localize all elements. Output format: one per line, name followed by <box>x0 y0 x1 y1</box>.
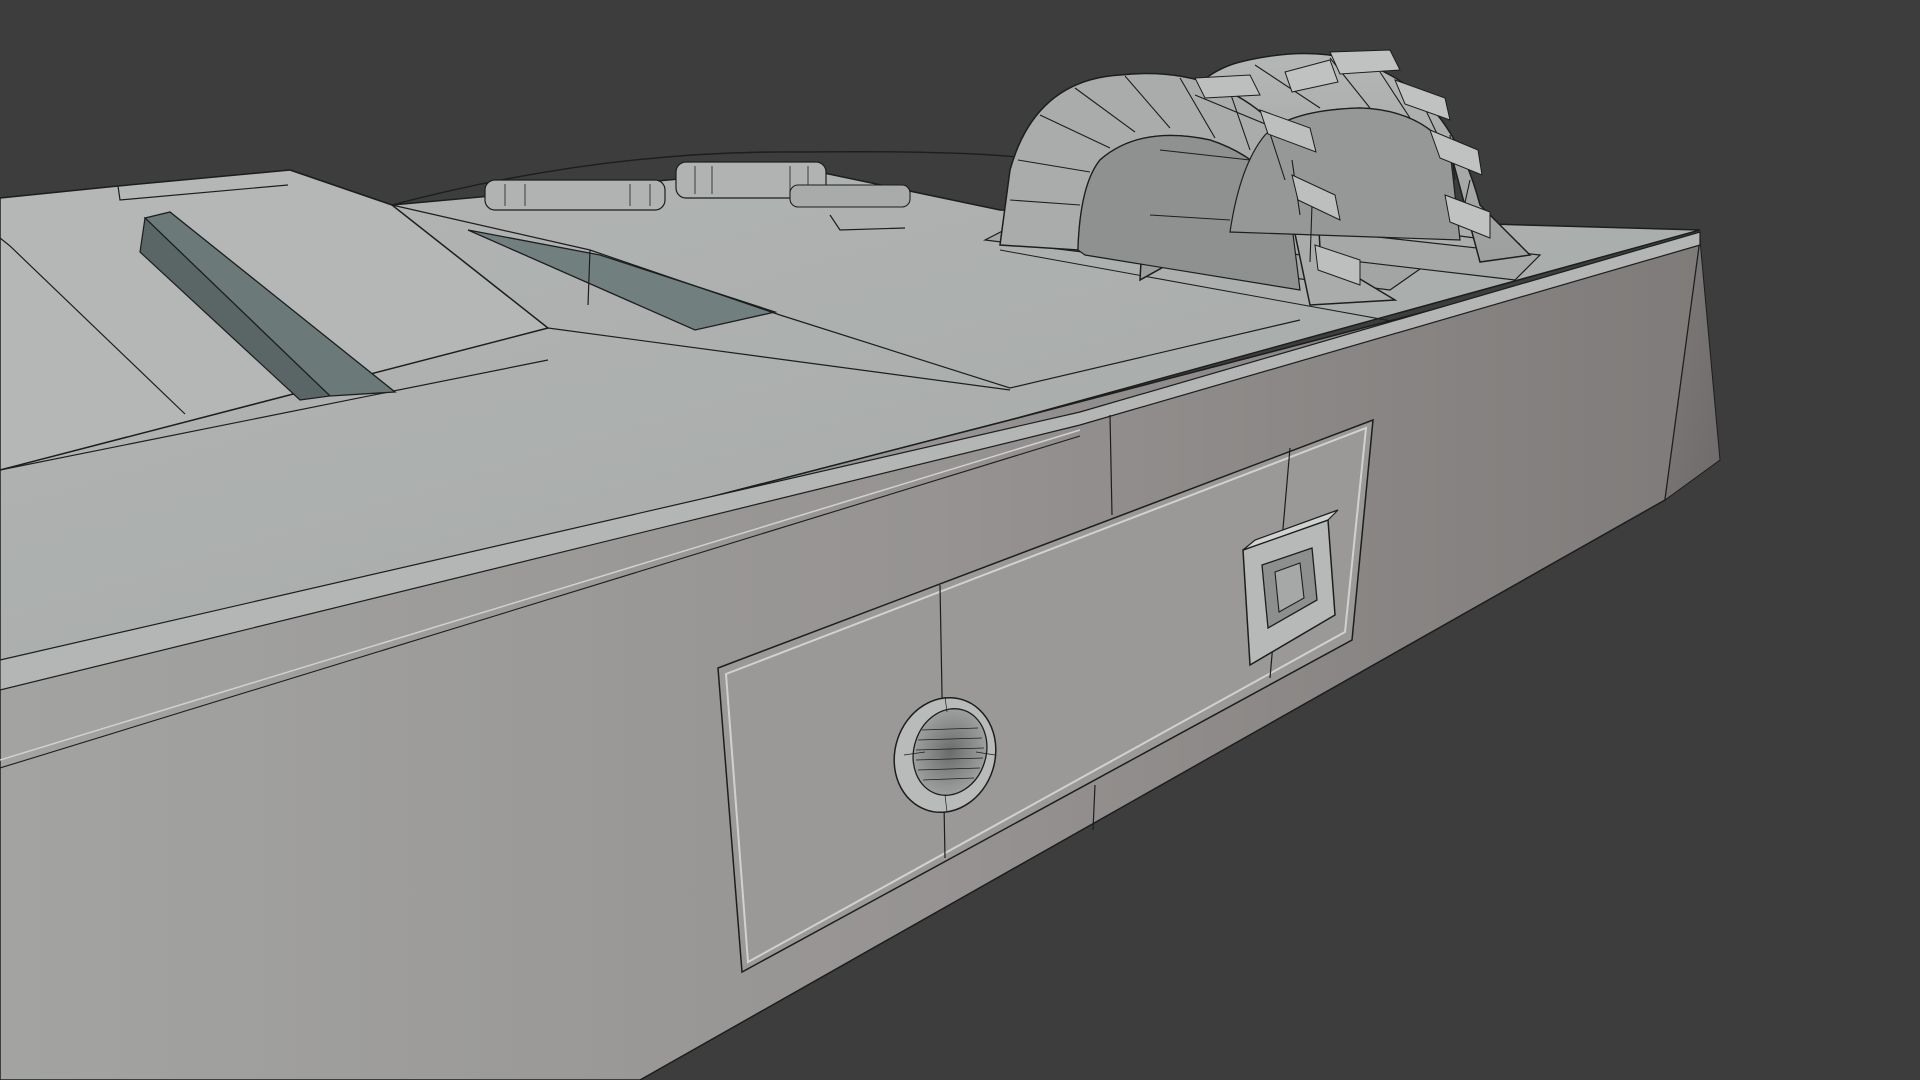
3d-viewport[interactable] <box>0 0 1920 1080</box>
scene-render <box>0 49 1721 1080</box>
